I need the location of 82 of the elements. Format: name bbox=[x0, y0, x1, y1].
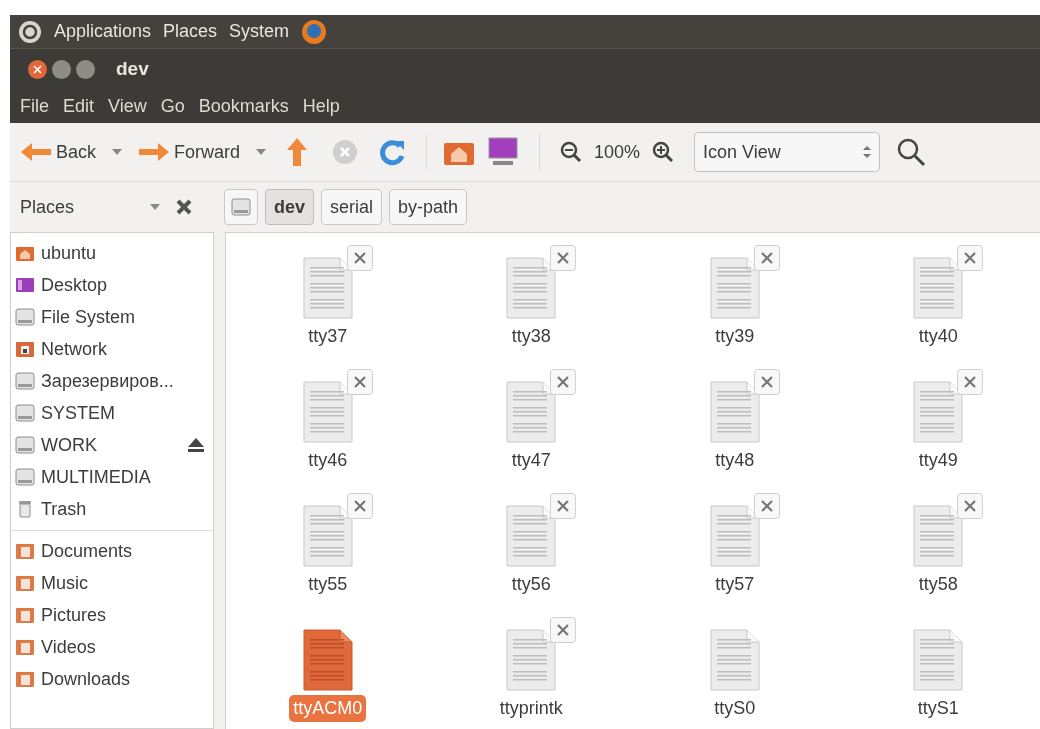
view-select[interactable]: Icon View bbox=[694, 132, 881, 172]
sidebar-item[interactable]: SYSTEM bbox=[11, 397, 213, 429]
path-button[interactable]: by-path bbox=[389, 189, 468, 225]
folder-icon bbox=[15, 606, 35, 624]
sidebar-item[interactable]: Downloads bbox=[11, 663, 213, 695]
sidebar-item[interactable]: Desktop bbox=[11, 269, 213, 301]
file-name[interactable]: tty56 bbox=[507, 571, 555, 598]
sidebar-item[interactable]: Documents bbox=[11, 535, 213, 567]
file-name[interactable]: ttyprintk bbox=[495, 695, 567, 722]
drive-icon bbox=[15, 468, 35, 486]
desktop-icon bbox=[15, 276, 35, 294]
file-name[interactable]: tty48 bbox=[711, 447, 759, 474]
sidebar-item[interactable]: File System bbox=[11, 301, 213, 333]
sidebar-item[interactable]: Videos bbox=[11, 631, 213, 663]
path-button[interactable]: serial bbox=[321, 189, 383, 225]
zoom-in-icon[interactable] bbox=[652, 141, 675, 163]
file-name[interactable]: tty38 bbox=[507, 323, 555, 350]
folder-icon bbox=[15, 638, 35, 656]
file-name[interactable]: ttyS1 bbox=[913, 695, 963, 722]
home-folder-icon bbox=[15, 244, 35, 262]
dropdown-caret-icon[interactable] bbox=[112, 149, 123, 155]
spinner-arrows-icon bbox=[863, 145, 872, 159]
menu-item[interactable]: File bbox=[20, 93, 49, 120]
file-name[interactable]: tty58 bbox=[914, 571, 962, 598]
file-name[interactable]: tty37 bbox=[304, 323, 352, 350]
ubuntu-logo-icon bbox=[18, 19, 42, 44]
file-name[interactable]: tty39 bbox=[711, 323, 759, 350]
sidebar-item[interactable]: Trash bbox=[11, 493, 213, 525]
sidebar-item[interactable]: MULTIMEDIA bbox=[11, 461, 213, 493]
drive-icon bbox=[15, 372, 35, 390]
sidebar-item[interactable]: ubuntu bbox=[11, 237, 213, 269]
network-folder-icon bbox=[15, 340, 35, 358]
folder-icon bbox=[15, 542, 35, 560]
panel-menu[interactable]: Places bbox=[163, 18, 218, 45]
file-name[interactable]: tty40 bbox=[914, 323, 962, 350]
side-pane-select[interactable]: Places bbox=[20, 193, 160, 221]
dropdown-caret-icon bbox=[150, 204, 160, 210]
sidebar-item[interactable]: Music bbox=[11, 567, 213, 599]
file-name[interactable]: tty47 bbox=[507, 447, 555, 474]
menu-item[interactable]: Edit bbox=[63, 93, 95, 120]
file-name[interactable]: tty57 bbox=[711, 571, 759, 598]
minimize-button[interactable] bbox=[52, 60, 71, 79]
sidebar-item[interactable]: Pictures bbox=[11, 599, 213, 631]
file-name[interactable]: tty55 bbox=[304, 571, 352, 598]
file-name[interactable]: tty46 bbox=[304, 447, 352, 474]
panel-menu[interactable]: Applications bbox=[54, 18, 152, 45]
sidebar-item[interactable]: WORK bbox=[11, 429, 213, 461]
forward-button[interactable]: Forward bbox=[138, 138, 241, 166]
eject-icon[interactable] bbox=[187, 437, 205, 453]
dropdown-caret-icon[interactable] bbox=[256, 149, 267, 155]
reload-icon[interactable] bbox=[378, 138, 407, 166]
maximize-button[interactable] bbox=[76, 60, 95, 79]
right-arrow-icon bbox=[138, 141, 171, 163]
close-pane-icon[interactable] bbox=[176, 199, 192, 215]
folder-icon bbox=[15, 670, 35, 688]
drive-icon bbox=[231, 198, 251, 216]
close-icon bbox=[33, 65, 42, 74]
menu-item[interactable]: View bbox=[108, 93, 147, 120]
panel-menu[interactable]: System bbox=[229, 18, 290, 45]
left-arrow-icon bbox=[20, 141, 52, 163]
window-title: dev bbox=[116, 57, 149, 82]
zoom-out-icon[interactable] bbox=[560, 141, 583, 163]
zoom-level: 100% bbox=[594, 140, 641, 164]
folder-icon bbox=[15, 574, 35, 592]
drive-icon bbox=[15, 404, 35, 422]
up-arrow-icon[interactable] bbox=[286, 137, 309, 167]
drive-icon bbox=[15, 308, 35, 326]
root-path-button[interactable] bbox=[224, 189, 258, 225]
search-icon[interactable] bbox=[896, 137, 927, 167]
menu-item[interactable]: Bookmarks bbox=[198, 93, 289, 120]
menu-item[interactable]: Go bbox=[160, 93, 185, 120]
sidebar-item[interactable]: Network bbox=[11, 333, 213, 365]
file-name[interactable]: ttyS0 bbox=[710, 695, 760, 722]
file-name[interactable]: tty49 bbox=[914, 447, 962, 474]
sidebar-item[interactable]: Зарезервиров... bbox=[11, 365, 213, 397]
browser-globe-icon[interactable] bbox=[301, 18, 328, 45]
back-button[interactable]: Back bbox=[20, 138, 97, 166]
drive-icon bbox=[15, 436, 35, 454]
close-button[interactable] bbox=[28, 60, 47, 79]
path-button[interactable]: dev bbox=[265, 189, 315, 225]
menu-item[interactable]: Help bbox=[302, 93, 340, 120]
computer-icon[interactable] bbox=[487, 136, 520, 168]
